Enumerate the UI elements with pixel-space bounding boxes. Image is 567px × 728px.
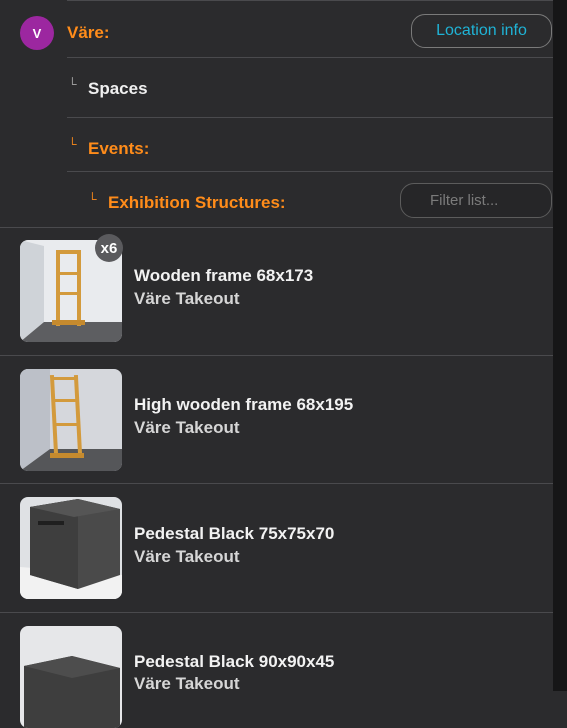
item-thumbnail[interactable] xyxy=(20,626,122,728)
divider xyxy=(67,171,553,172)
divider xyxy=(0,612,553,613)
divider xyxy=(0,355,553,356)
events-item[interactable]: Events: xyxy=(88,139,149,159)
filter-input[interactable] xyxy=(400,183,552,218)
item-subtitle: Väre Takeout xyxy=(134,289,240,308)
location-info-button[interactable]: Location info xyxy=(411,14,552,48)
item-title[interactable]: Pedestal Black 90x90x45 xyxy=(134,652,334,672)
avatar[interactable]: V xyxy=(20,16,54,50)
exhibition-structures-item[interactable]: Exhibition Structures: xyxy=(108,193,286,213)
item-title[interactable]: Pedestal Black 75x75x70 xyxy=(134,524,334,544)
location-label[interactable]: Väre: xyxy=(67,23,110,43)
item-thumbnail[interactable] xyxy=(20,497,122,599)
divider xyxy=(67,0,553,1)
spaces-item[interactable]: Spaces xyxy=(88,79,148,99)
item-subtitle: Väre Takeout xyxy=(134,674,240,693)
item-subtitle: Väre Takeout xyxy=(134,547,240,566)
item-thumbnail[interactable] xyxy=(20,369,122,471)
divider xyxy=(0,483,553,484)
divider xyxy=(0,227,553,228)
quantity-badge: x6 xyxy=(95,234,123,262)
item-subtitle: Väre Takeout xyxy=(134,418,240,437)
tree-branch-icon: └ xyxy=(88,192,97,206)
structures-panel: V Väre: Location info └ Spaces └ Events:… xyxy=(0,0,553,728)
tree-branch-icon: └ xyxy=(68,137,77,151)
item-title[interactable]: Wooden frame 68x173 xyxy=(134,266,313,286)
item-title[interactable]: High wooden frame 68x195 xyxy=(134,395,353,415)
divider xyxy=(67,117,553,118)
tree-branch-icon: └ xyxy=(68,77,77,91)
divider xyxy=(67,57,553,58)
scrollbar-track[interactable] xyxy=(553,0,567,691)
